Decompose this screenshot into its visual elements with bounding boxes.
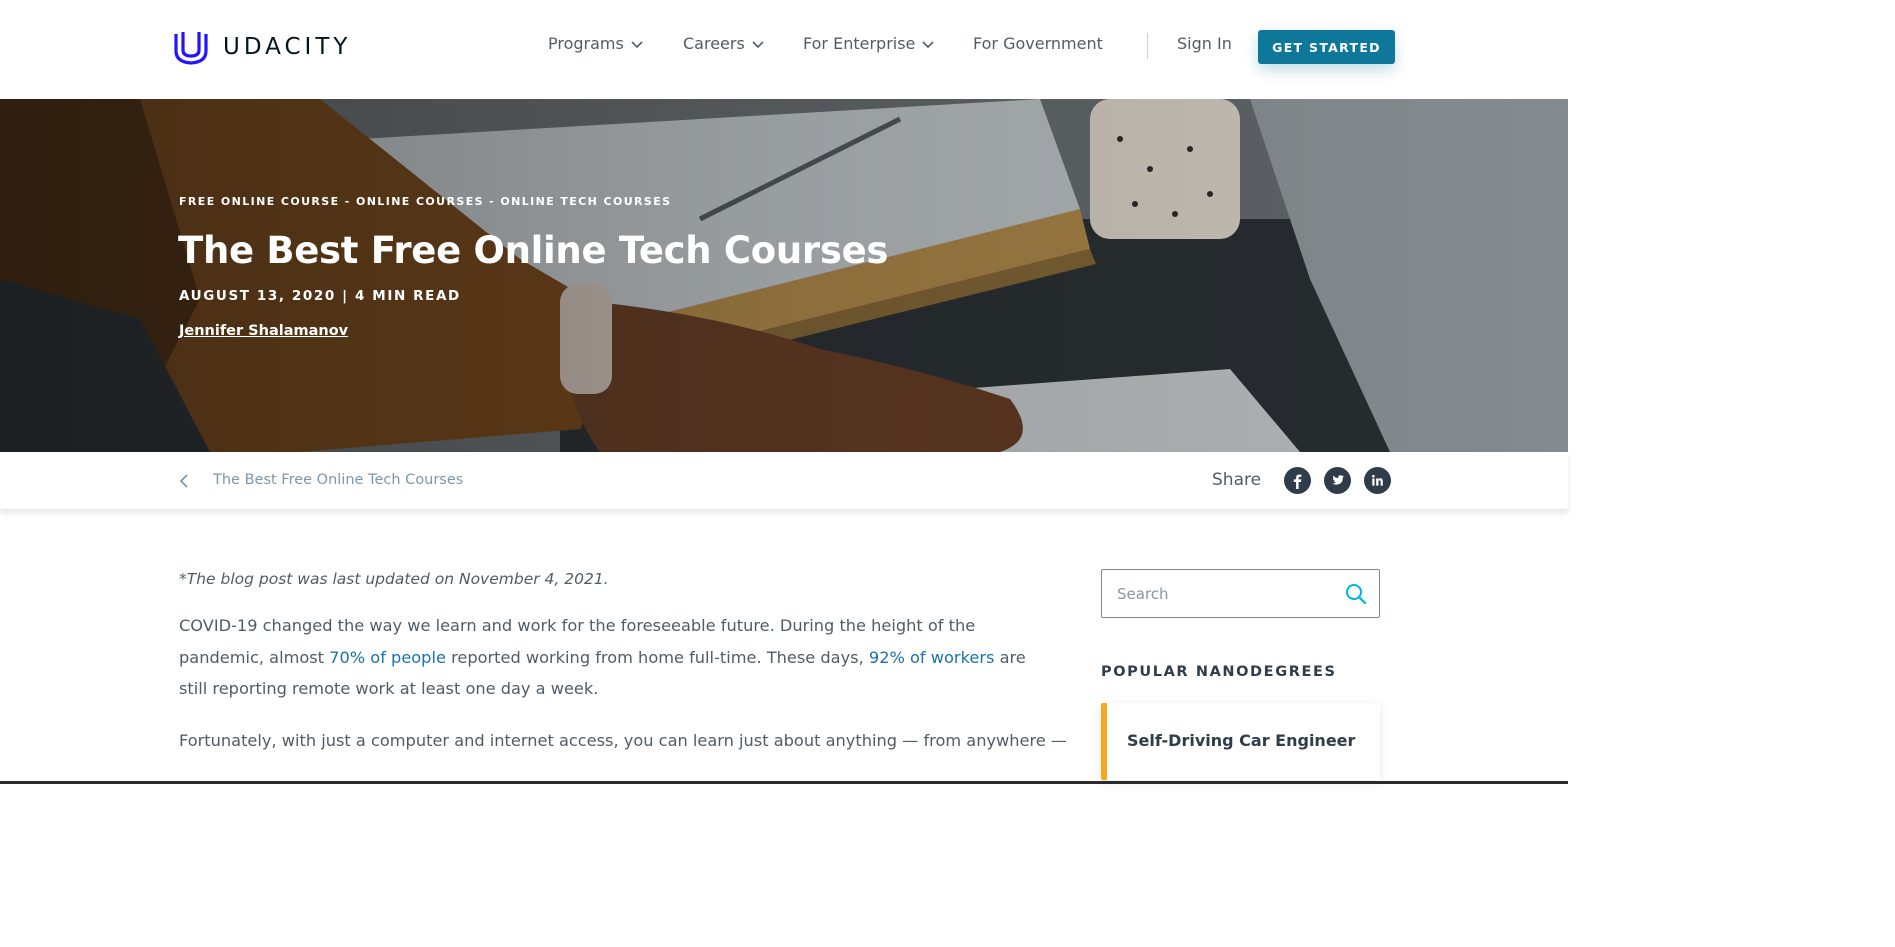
nav-for-government[interactable]: For Government bbox=[973, 34, 1103, 53]
nav-careers-label: Careers bbox=[683, 34, 745, 53]
chevron-left-icon[interactable] bbox=[179, 474, 189, 488]
sign-in-link[interactable]: Sign In bbox=[1177, 34, 1232, 53]
share-label: Share bbox=[1212, 470, 1262, 490]
hero-breadcrumb[interactable]: FREE ONLINE COURSE - ONLINE COURSES - ON… bbox=[179, 195, 671, 208]
udacity-logo[interactable]: UDACITY bbox=[172, 28, 351, 66]
article-paragraph: COVID-19 changed the way we learn and wo… bbox=[179, 610, 1049, 705]
search-icon[interactable] bbox=[1345, 583, 1367, 605]
stat-link-92-percent[interactable]: 92% of workers bbox=[869, 648, 995, 667]
nav-divider bbox=[1147, 33, 1148, 59]
twitter-glyph bbox=[1332, 475, 1344, 485]
page-title: The Best Free Online Tech Courses bbox=[178, 229, 889, 272]
nav-for-enterprise[interactable]: For Enterprise bbox=[803, 34, 934, 53]
top-navigation: UDACITY Programs Careers For Enterprise … bbox=[0, 0, 1568, 99]
facebook-glyph bbox=[1293, 474, 1302, 489]
hero-banner: FREE ONLINE COURSE - ONLINE COURSES - ON… bbox=[0, 99, 1568, 452]
sidebar-search bbox=[1101, 569, 1380, 618]
chevron-down-icon bbox=[922, 40, 934, 48]
post-meta: AUGUST 13, 2020 | 4 MIN READ bbox=[179, 288, 461, 304]
brand-name: UDACITY bbox=[223, 34, 352, 60]
twitter-icon[interactable] bbox=[1324, 467, 1351, 494]
hero-overlay bbox=[0, 99, 1568, 452]
nav-programs-label: Programs bbox=[548, 34, 624, 53]
last-updated-note: *The blog post was last updated on Novem… bbox=[179, 570, 609, 588]
search-input[interactable] bbox=[1117, 582, 1337, 606]
nav-for-enterprise-label: For Enterprise bbox=[803, 34, 916, 53]
article-subbar: The Best Free Online Tech Courses Share bbox=[0, 452, 1568, 510]
linkedin-glyph bbox=[1372, 474, 1383, 486]
get-started-button[interactable]: GET STARTED bbox=[1258, 30, 1395, 64]
popular-nanodegrees-heading: POPULAR NANODEGREES bbox=[1101, 664, 1337, 680]
nav-for-government-label: For Government bbox=[973, 34, 1103, 53]
paragraph-text: reported working from home full-time. Th… bbox=[445, 647, 869, 667]
window-bottom-edge bbox=[0, 781, 1568, 784]
author-link[interactable]: Jennifer Shalamanov bbox=[179, 323, 348, 339]
chevron-down-icon bbox=[631, 40, 643, 48]
article-body: *The blog post was last updated on Novem… bbox=[179, 570, 1068, 756]
nanodegree-card[interactable]: Self-Driving Car Engineer bbox=[1101, 703, 1380, 780]
article-paragraph: Fortunately, with just a computer and in… bbox=[179, 730, 1068, 750]
chevron-down-icon bbox=[752, 40, 764, 48]
nanodegree-title: Self-Driving Car Engineer bbox=[1127, 731, 1356, 750]
nav-careers[interactable]: Careers bbox=[683, 34, 764, 53]
facebook-icon[interactable] bbox=[1284, 467, 1311, 494]
stat-link-70-percent[interactable]: 70% of people bbox=[329, 648, 446, 667]
udacity-logo-icon bbox=[174, 32, 208, 65]
linkedin-icon[interactable] bbox=[1364, 467, 1391, 494]
subbar-title[interactable]: The Best Free Online Tech Courses bbox=[213, 472, 463, 488]
nav-programs[interactable]: Programs bbox=[548, 34, 643, 53]
